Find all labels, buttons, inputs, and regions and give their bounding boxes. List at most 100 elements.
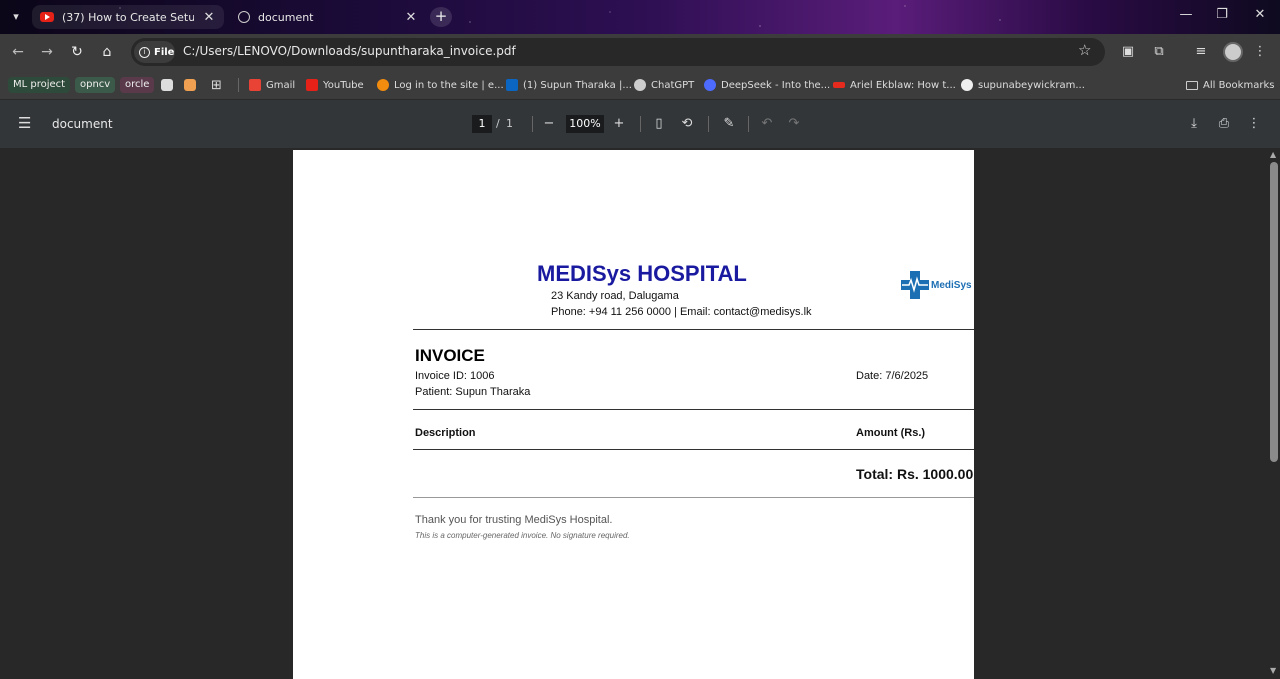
- youtube-icon: [40, 12, 54, 22]
- bookmark-label: ML project: [8, 77, 71, 93]
- patient-name: Patient: Supun Tharaka: [415, 386, 531, 398]
- column-header-description: Description: [415, 427, 476, 439]
- bookmark-white-square[interactable]: [161, 76, 173, 94]
- hospital-contact: Phone: +94 11 256 0000 | Email: contact@…: [551, 306, 812, 318]
- bookmark-ml-project[interactable]: ML project: [8, 76, 71, 94]
- pdf-page: MEDISys HOSPITAL 23 Kandy road, Dalugama…: [293, 150, 974, 679]
- site-info-label: File: [154, 46, 175, 58]
- bookmark-label: ChatGPT: [651, 79, 695, 91]
- zoom-in-icon[interactable]: +: [610, 115, 628, 133]
- scroll-thumb[interactable]: [1270, 162, 1278, 462]
- undo-icon[interactable]: ↶: [758, 115, 776, 133]
- close-tab-icon[interactable]: ✕: [404, 10, 418, 25]
- chatgpt-icon: [634, 79, 646, 91]
- site-info-chip[interactable]: i File: [134, 41, 175, 63]
- page-separator: /: [496, 117, 500, 130]
- linkedin-icon: [506, 79, 518, 91]
- bookmark-deepseek[interactable]: DeepSeek - Into the...: [704, 76, 830, 94]
- square-icon: [161, 79, 173, 91]
- bookmark-github[interactable]: supunabeywickram...: [961, 76, 1085, 94]
- pdf-title: document: [52, 117, 113, 131]
- tab-search-button[interactable]: ▾: [6, 8, 26, 26]
- bookmarks-separator: [238, 78, 239, 92]
- globe-icon: [238, 11, 250, 23]
- restore-icon[interactable]: ❐: [1212, 7, 1232, 22]
- bookmark-gmail[interactable]: Gmail: [249, 76, 295, 94]
- pdf-viewer-area[interactable]: MEDISys HOSPITAL 23 Kandy road, Dalugama…: [0, 148, 1280, 679]
- bookmark-opncv[interactable]: opncv: [75, 76, 116, 94]
- gmail-icon: [249, 79, 261, 91]
- back-icon[interactable]: ←: [8, 42, 28, 62]
- url-text[interactable]: C:/Users/LENOVO/Downloads/supuntharaka_i…: [183, 44, 516, 58]
- address-bar[interactable]: i File C:/Users/LENOVO/Downloads/supunth…: [131, 38, 1105, 66]
- bookmark-chatgpt[interactable]: ChatGPT: [634, 76, 694, 94]
- scroll-up-icon[interactable]: ▲: [1270, 150, 1276, 159]
- bookmark-star-icon[interactable]: ☆: [1078, 41, 1091, 59]
- page-total: 1: [506, 117, 513, 130]
- thank-you-message: Thank you for trusting MediSys Hospital.: [415, 514, 613, 526]
- apps-grid-icon[interactable]: ⊞: [211, 76, 222, 94]
- ted-icon: [833, 82, 845, 88]
- bookmark-label: Ariel Ekblaw: How t...: [850, 79, 956, 91]
- medical-cross-icon: [901, 271, 929, 299]
- home-icon[interactable]: ⌂: [97, 42, 117, 62]
- all-bookmarks-label: All Bookmarks: [1203, 79, 1275, 91]
- bookmark-label: (1) Supun Tharaka |...: [523, 79, 632, 91]
- download-icon[interactable]: ⤓: [1185, 115, 1203, 133]
- invoice-heading: INVOICE: [415, 346, 485, 365]
- bookmark-label: opncv: [75, 77, 116, 93]
- more-options-icon[interactable]: ⋮: [1245, 115, 1263, 133]
- print-icon[interactable]: ⎙: [1215, 115, 1233, 133]
- moodle-icon: [377, 79, 389, 91]
- zoom-input[interactable]: 100%: [566, 115, 604, 133]
- tab-document[interactable]: document ✕: [230, 5, 426, 29]
- hospital-name: MEDISys HOSPITAL: [537, 261, 747, 286]
- divider-line: [413, 449, 974, 450]
- new-tab-button[interactable]: +: [430, 7, 452, 27]
- toolbar-divider: [748, 116, 749, 132]
- vertical-scrollbar[interactable]: ▲ ▼: [1268, 148, 1280, 679]
- deepseek-icon: [704, 79, 716, 91]
- github-icon: [961, 79, 973, 91]
- bookmarks-bar: ML project opncv orcle ⊞ Gmail YouTube L…: [0, 70, 1280, 100]
- close-tab-icon[interactable]: ✕: [202, 10, 216, 25]
- toolbar-divider: [640, 116, 641, 132]
- column-header-amount: Amount (Rs.): [856, 427, 926, 439]
- forward-icon[interactable]: →: [37, 42, 57, 62]
- bookmark-moodle[interactable]: Log in to the site | e...: [377, 76, 504, 94]
- heartbeat-icon: [902, 276, 928, 293]
- scroll-down-icon[interactable]: ▼: [1270, 666, 1276, 675]
- zoom-out-icon[interactable]: −: [540, 115, 558, 133]
- close-window-icon[interactable]: ✕: [1250, 7, 1270, 22]
- toolbar-divider: [708, 116, 709, 132]
- divider-line: [413, 497, 974, 498]
- profile-avatar[interactable]: [1223, 42, 1243, 62]
- bookmark-label: Log in to the site | e...: [394, 79, 504, 91]
- reload-icon[interactable]: ↻: [67, 42, 87, 62]
- bookmark-linkedin[interactable]: (1) Supun Tharaka |...: [506, 76, 632, 94]
- bookmark-youtube[interactable]: YouTube: [306, 76, 364, 94]
- minimize-icon[interactable]: —: [1176, 7, 1196, 22]
- page-number-input[interactable]: 1: [472, 115, 492, 133]
- extensions-icon[interactable]: ⧉: [1150, 43, 1168, 61]
- invoice-total: Total: Rs. 1000.00: [856, 466, 974, 482]
- bookmark-ted[interactable]: Ariel Ekblaw: How t...: [833, 76, 956, 94]
- annotate-icon[interactable]: ✎: [720, 115, 738, 133]
- bookmark-orange-square[interactable]: [184, 76, 196, 94]
- bookmark-orcle[interactable]: orcle: [120, 76, 155, 94]
- hamburger-menu-icon[interactable]: ☰: [18, 114, 31, 132]
- redo-icon[interactable]: ↷: [785, 115, 803, 133]
- all-bookmarks-button[interactable]: All Bookmarks: [1186, 76, 1274, 94]
- tab-youtube[interactable]: (37) How to Create Setup .exe f ✕: [32, 5, 224, 29]
- fit-page-icon[interactable]: ▯: [650, 115, 668, 133]
- cast-icon[interactable]: ▣: [1119, 43, 1137, 61]
- square-icon: [184, 79, 196, 91]
- rotate-icon[interactable]: ⟲: [678, 115, 696, 133]
- invoice-date: Date: 7/6/2025: [856, 370, 929, 382]
- media-control-icon[interactable]: ≡: [1192, 43, 1210, 61]
- divider-line: [413, 409, 974, 410]
- more-menu-icon[interactable]: ⋮: [1251, 43, 1269, 61]
- hospital-address: 23 Kandy road, Dalugama: [551, 290, 679, 302]
- tab-title: (37) How to Create Setup .exe f: [62, 10, 194, 24]
- folder-icon: [1186, 80, 1198, 90]
